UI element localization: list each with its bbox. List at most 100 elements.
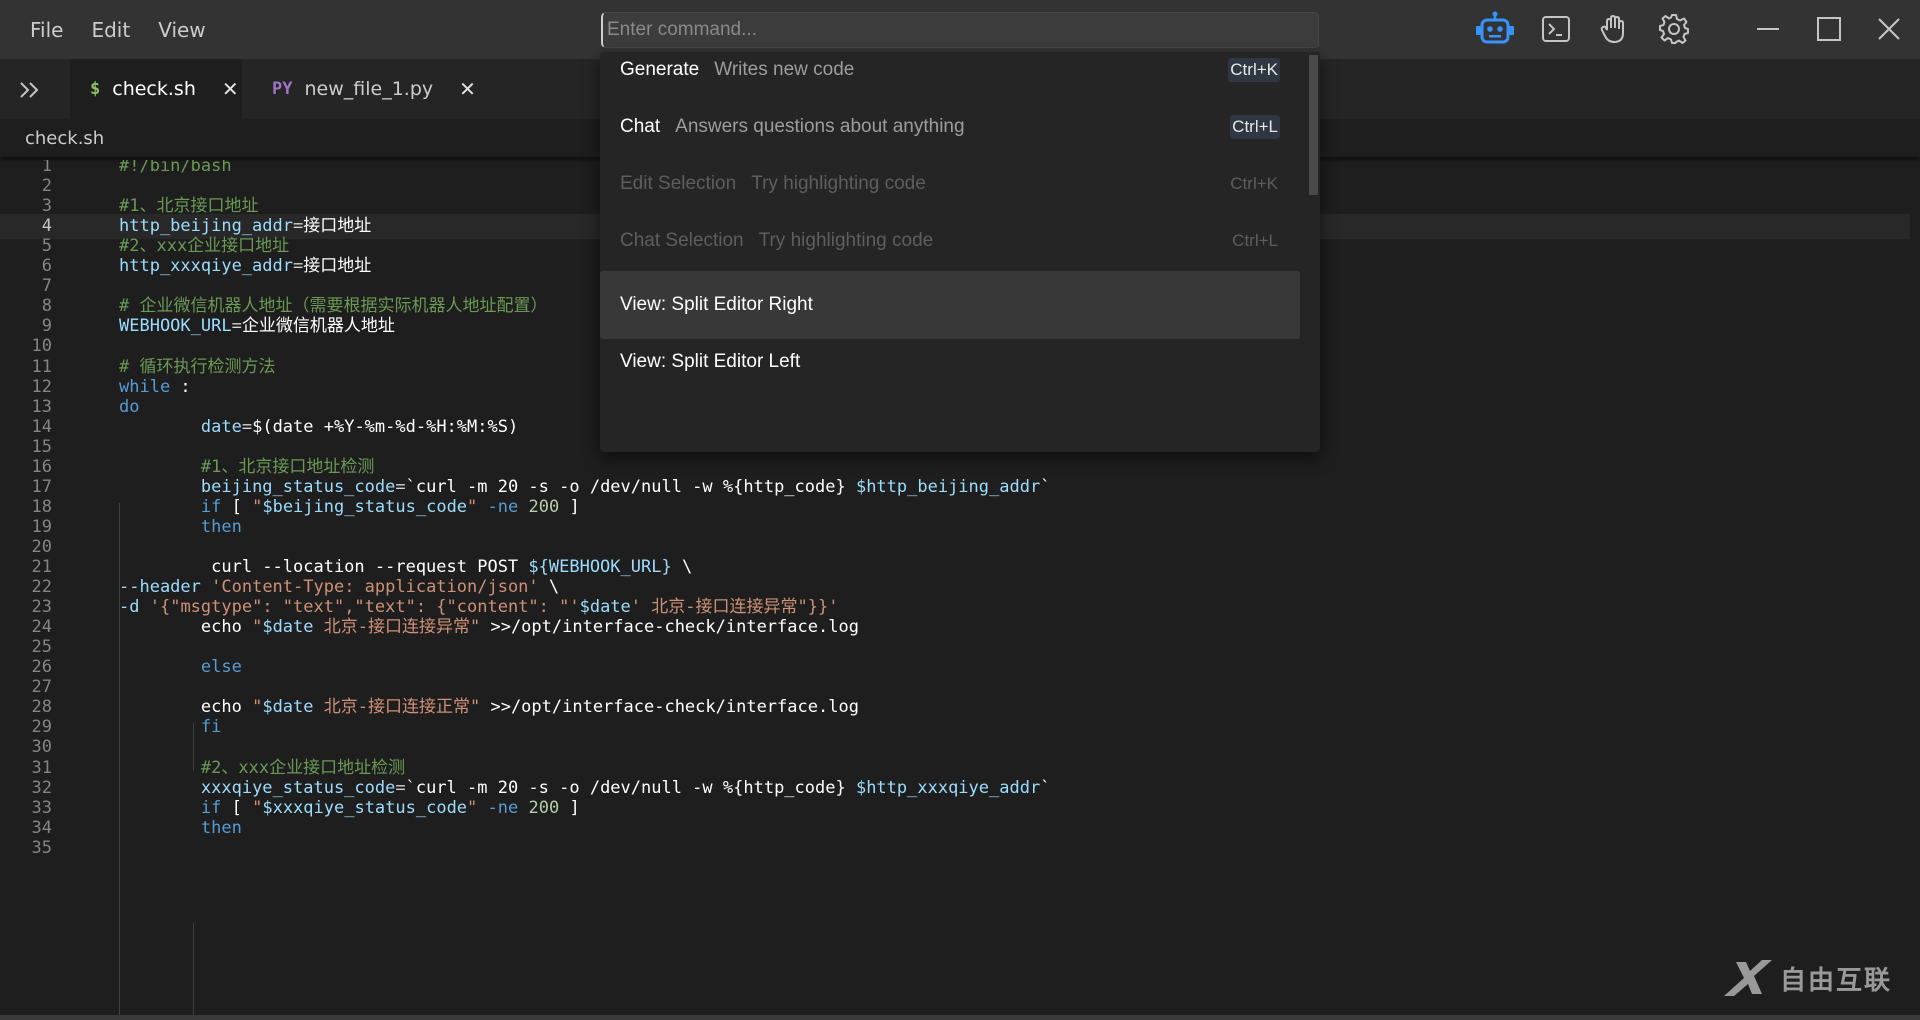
- robot-icon[interactable]: [1475, 9, 1515, 49]
- code-token: if: [200, 797, 222, 818]
- close-icon[interactable]: ✕: [459, 77, 476, 101]
- command-palette: Generate Writes new code Ctrl+K Chat Answers…: [600, 52, 1320, 452]
- code-token: -d: [119, 597, 140, 618]
- menu-bar: File Edit View: [16, 0, 220, 59]
- line-number: 35: [31, 837, 52, 858]
- tab-check-sh[interactable]: $ check.sh ✕: [70, 59, 242, 119]
- code-token: `curl -m 20 -s -o /dev/null -w %{http_co…: [405, 777, 856, 798]
- expand-sidebar-icon[interactable]: [14, 77, 46, 103]
- code-token: beijing_status_code: [200, 476, 396, 497]
- menu-view[interactable]: View: [144, 18, 219, 42]
- code-token: ": [252, 617, 263, 638]
- code-token: =: [293, 216, 304, 237]
- hand-icon[interactable]: [1594, 9, 1634, 49]
- code-token: 'Content-Type: application/json': [211, 577, 539, 598]
- code-token: >>/opt/interface-check/interface.log: [480, 697, 859, 718]
- minimize-button[interactable]: [1743, 6, 1793, 52]
- watermark-logo-icon: [1724, 960, 1772, 996]
- code-token: =: [395, 777, 406, 798]
- menu-edit[interactable]: Edit: [77, 18, 144, 42]
- palette-scrollbar[interactable]: [1309, 55, 1318, 195]
- code-token: http_beijing_addr: [119, 216, 293, 237]
- keybinding-badge: Ctrl+K: [1228, 58, 1280, 82]
- terminal-icon[interactable]: [1536, 9, 1576, 49]
- code-token: `: [1040, 476, 1051, 497]
- keybinding-badge: Ctrl+L: [1230, 115, 1280, 139]
- breadcrumb-file[interactable]: check.sh: [25, 128, 104, 149]
- code-token: #2、xxx企业接口地址检测: [200, 757, 406, 778]
- code-line[interactable]: 35: [0, 836, 1910, 861]
- palette-item-view-split-editor-left[interactable]: View: Split Editor Left: [600, 328, 1300, 396]
- code-token: curl --location --request POST: [211, 557, 529, 577]
- code-token: fi: [200, 717, 222, 738]
- tab-new-file-1-py[interactable]: PY new_file_1.py ✕: [250, 59, 480, 119]
- code-token: ' 北京-接口连接异常"}}': [630, 597, 839, 618]
- code-token: echo: [200, 617, 253, 638]
- code-token: -ne: [487, 797, 519, 818]
- status-strip: [0, 1015, 1920, 1020]
- code-token: #1、北京接口地址检测: [200, 456, 375, 477]
- code-token: 北京-接口连接异常": [313, 617, 481, 638]
- maximize-button[interactable]: [1804, 6, 1854, 52]
- code-token: ": [467, 797, 478, 818]
- code-token: `curl -m 20 -s -o /dev/null -w %{http_co…: [405, 476, 856, 497]
- code-token: $date: [579, 597, 631, 618]
- menu-file[interactable]: File: [16, 18, 77, 42]
- code-token: ]: [559, 496, 580, 517]
- code-token: 企业微信机器人地址: [241, 316, 395, 337]
- code-token: $date: [262, 697, 314, 718]
- code-token: #2、xxx企业接口地址: [119, 236, 290, 257]
- code-token: =: [293, 256, 304, 277]
- indent-guide: [193, 923, 194, 1015]
- code-token: while: [119, 376, 171, 397]
- palette-item-description: Try highlighting code: [758, 230, 934, 251]
- code-token: 北京-接口连接正常": [313, 697, 481, 718]
- shell-file-icon: $: [90, 79, 101, 99]
- code-token: $xxxqiye_status_code: [262, 797, 468, 818]
- code-token: then: [200, 817, 242, 838]
- code-token: -ne: [487, 496, 519, 517]
- code-token: '{"msgtype": "text","text": {"content": …: [149, 597, 580, 618]
- code-token: http_xxxqiye_addr: [119, 256, 293, 277]
- code-token: :: [170, 376, 191, 397]
- close-window-button[interactable]: [1864, 6, 1914, 52]
- code-token: \: [538, 577, 560, 598]
- command-input[interactable]: [601, 12, 1319, 48]
- keybinding-badge: Ctrl+K: [1230, 174, 1278, 193]
- code-token: ": [467, 496, 478, 517]
- close-icon[interactable]: ✕: [222, 77, 239, 101]
- palette-item-name: Edit Selection: [620, 173, 737, 194]
- title-bar: File Edit View: [0, 0, 1920, 59]
- code-token: 200: [528, 496, 560, 517]
- code-token: ": [252, 697, 263, 718]
- watermark-text: 自由互联: [1780, 965, 1893, 996]
- code-token: $(date +%Y-%m-%d-%H:%M:%S): [252, 416, 519, 437]
- watermark: 自由互联: [1722, 958, 1892, 998]
- gear-icon[interactable]: [1654, 9, 1694, 49]
- code-token: ${WEBHOOK_URL}: [528, 557, 672, 577]
- palette-item-description: Writes new code: [714, 59, 855, 80]
- code-token: $beijing_status_code: [262, 496, 468, 517]
- code-token: `: [1040, 777, 1051, 798]
- code-token: $date: [262, 617, 314, 638]
- tab-label: new_file_1.py: [304, 78, 434, 100]
- code-token: $http_xxxqiye_addr: [855, 777, 1041, 798]
- code-token: =: [231, 316, 242, 337]
- code-token: #1、北京接口地址: [119, 196, 259, 217]
- code-token: # 企业微信机器人地址（需要根据实际机器人地址配置）: [119, 296, 548, 317]
- code-token: then: [200, 516, 242, 537]
- code-token: >>/opt/interface-check/interface.log: [480, 617, 859, 638]
- code-token: if: [200, 496, 222, 517]
